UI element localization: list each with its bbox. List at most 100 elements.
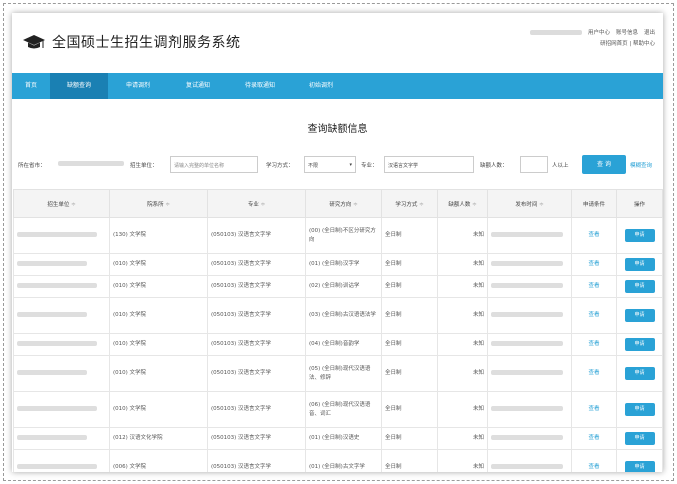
nav-home[interactable]: 首页	[12, 73, 50, 99]
school-cell-redacted	[13, 217, 110, 254]
quota-cell: 未知	[437, 355, 488, 392]
col-header-mode[interactable]: 学习方式 ≑	[381, 189, 438, 218]
col-header-direction[interactable]: 研究方向 ≑	[305, 189, 382, 218]
nav-admission-notice[interactable]: 待录取通知	[228, 73, 292, 99]
view-conditions-link[interactable]: 查看	[588, 232, 599, 238]
logout-link[interactable]: 退出	[644, 30, 655, 36]
view-conditions-link[interactable]: 查看	[588, 435, 599, 441]
view-conditions-link[interactable]: 查看	[588, 370, 599, 376]
quota-cell: 未知	[437, 427, 488, 450]
direction-cell: (02) (全日制)训诂学	[305, 275, 382, 298]
dept-cell: (010) 文学院	[109, 391, 208, 428]
col-header-dept[interactable]: 院系所 ≑	[109, 189, 208, 218]
direction-cell: (06) (全日制)现代汉语语音、词汇	[305, 391, 382, 428]
school-input[interactable]: 请输入完整的单位名称	[170, 156, 258, 173]
quota-input[interactable]	[520, 156, 548, 173]
conditions-cell: 查看	[571, 391, 617, 428]
fuzzy-search-link[interactable]: 模糊查询	[630, 161, 652, 169]
help-center-link[interactable]: 帮助中心	[633, 41, 655, 47]
account-info-link[interactable]: 账号信息	[616, 30, 638, 36]
nav-apply-adjustment[interactable]: 申请调剂	[108, 73, 168, 99]
nav-vacancy-query[interactable]: 缺额查询	[50, 73, 108, 99]
study-mode-select[interactable]: 不限 ▾	[304, 156, 356, 173]
view-conditions-link[interactable]: 查看	[588, 341, 599, 347]
school-label: 招生单位：	[130, 163, 158, 169]
action-cell: 申请	[616, 275, 663, 298]
conditions-cell: 查看	[571, 355, 617, 392]
action-cell: 申请	[616, 333, 663, 356]
action-cell: 申请	[616, 427, 663, 450]
mode-cell: 全日制	[381, 297, 438, 334]
link-separator: |	[629, 41, 632, 47]
dept-cell: (012) 汉语文化学院	[109, 427, 208, 450]
apply-button[interactable]: 申请	[624, 367, 655, 380]
major-cell: (050103) 汉语言文字学	[207, 253, 306, 276]
conditions-cell: 查看	[571, 427, 617, 450]
apply-button[interactable]: 申请	[624, 229, 655, 242]
col-header-school[interactable]: 招生单位 ≑	[13, 189, 110, 218]
apply-button[interactable]: 申请	[624, 432, 655, 445]
col-header-publish-time[interactable]: 发布时间 ≑	[487, 189, 572, 218]
site-title: 全国硕士生招生调剂服务系统	[52, 35, 241, 51]
search-button[interactable]: 查 询	[582, 155, 626, 174]
user-center-link[interactable]: 用户中心	[588, 30, 610, 36]
conditions-cell: 查看	[571, 275, 617, 298]
dept-cell: (010) 文学院	[109, 253, 208, 276]
major-cell: (050103) 汉语言文字学	[207, 297, 306, 334]
publish-time-redacted	[487, 427, 572, 450]
apply-button[interactable]: 申请	[624, 403, 655, 416]
apply-button[interactable]: 申请	[624, 280, 655, 293]
yanzhao-home-link[interactable]: 研招网首页	[600, 41, 628, 47]
apply-button[interactable]: 申请	[624, 309, 655, 322]
mode-cell: 全日制	[381, 217, 438, 254]
action-cell: 申请	[616, 449, 663, 472]
direction-cell: (03) (全日制)古汉语语法学	[305, 297, 382, 334]
apply-button[interactable]: 申请	[624, 258, 655, 271]
school-cell-redacted	[13, 391, 110, 428]
conditions-cell: 查看	[571, 449, 617, 472]
apply-button[interactable]: 申请	[624, 338, 655, 351]
major-cell: (050103) 汉语言文字学	[207, 217, 306, 254]
apply-button[interactable]: 申请	[624, 461, 655, 472]
publish-time-redacted	[487, 333, 572, 356]
conditions-cell: 查看	[571, 333, 617, 356]
table-row: (010) 文学院 (050103) 汉语言文字学 (01) (全日制)汉字学 全日制…	[13, 253, 663, 276]
sort-icon: ≑	[260, 201, 266, 208]
major-cell: (050103) 汉语言文字学	[207, 391, 306, 428]
quota-cell: 未知	[437, 333, 488, 356]
nav-retest-notice[interactable]: 复试通知	[168, 73, 228, 99]
school-cell-redacted	[13, 253, 110, 276]
username-redacted	[529, 30, 582, 35]
vacancy-table: 招生单位 ≑ 院系所 ≑ 专业 ≑ 研究方向 ≑ 学习方式 ≑ 缺额人数 ≑ 发…	[13, 189, 663, 472]
quota-cell: 未知	[437, 391, 488, 428]
quota-suffix: 人以上	[552, 163, 569, 169]
dept-cell: (006) 文学院	[109, 449, 208, 472]
mode-cell: 全日制	[381, 391, 438, 428]
quota-label: 缺额人数：	[480, 163, 508, 169]
mode-cell: 全日制	[381, 449, 438, 472]
col-header-quota[interactable]: 缺额人数 ≑	[437, 189, 488, 218]
dept-cell: (010) 文学院	[109, 275, 208, 298]
top-links: 用户中心 账号信息 退出 研招网首页 | 帮助中心	[529, 28, 655, 50]
view-conditions-link[interactable]: 查看	[588, 312, 599, 318]
study-mode-value: 不限	[308, 163, 319, 169]
main-nav: 首页 缺额查询 申请调剂 复试通知 待录取通知 初始调剂	[12, 73, 663, 99]
quota-cell: 未知	[437, 275, 488, 298]
location-select-redacted[interactable]	[58, 161, 124, 166]
publish-time-redacted	[487, 297, 572, 334]
view-conditions-link[interactable]: 查看	[588, 261, 599, 267]
table-row: (010) 文学院 (050103) 汉语言文字学 (03) (全日制)古汉语语法学…	[13, 297, 663, 334]
view-conditions-link[interactable]: 查看	[588, 464, 599, 470]
publish-time-redacted	[487, 449, 572, 472]
major-input[interactable]: 汉语言文字学	[384, 156, 474, 173]
action-cell: 申请	[616, 297, 663, 334]
dept-cell: (010) 文学院	[109, 333, 208, 356]
nav-initial-adjustment[interactable]: 初始调剂	[292, 73, 350, 99]
direction-cell: (01) (全日制)汉语史	[305, 427, 382, 450]
site-header: 全国硕士生招生调剂服务系统 用户中心 账号信息 退出 研招网首页 | 帮助中心	[12, 13, 663, 73]
view-conditions-link[interactable]: 查看	[588, 406, 599, 412]
view-conditions-link[interactable]: 查看	[588, 283, 599, 289]
direction-cell: (01) (全日制)古文字学	[305, 449, 382, 472]
action-cell: 申请	[616, 391, 663, 428]
col-header-major[interactable]: 专业 ≑	[207, 189, 306, 218]
